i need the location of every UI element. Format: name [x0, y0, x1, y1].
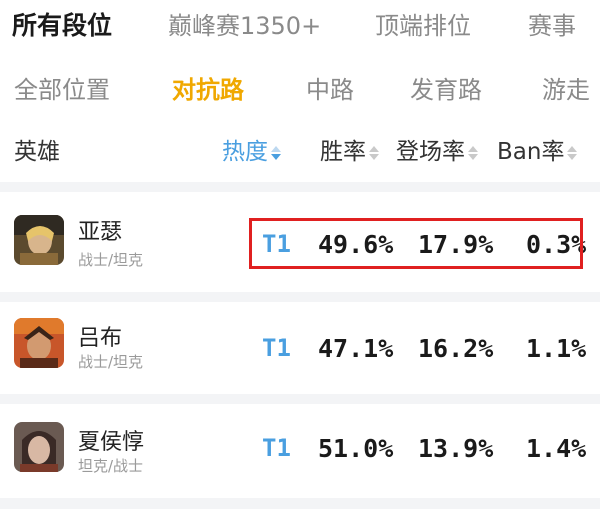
header-ban-rate-label: Ban率	[497, 139, 565, 165]
ban-rate: 1.4%	[526, 434, 587, 463]
header-hero: 英雄	[14, 139, 60, 165]
highlight-box	[249, 218, 583, 269]
tab-peak-1350[interactable]: 巅峰赛1350+	[168, 6, 321, 41]
header-ban-rate[interactable]: Ban率	[497, 132, 578, 166]
tier-badge: T1	[262, 434, 291, 462]
sort-icon	[369, 144, 379, 162]
header-win-rate-label: 胜率	[320, 139, 366, 165]
hero-avatar	[14, 215, 64, 265]
header-heat[interactable]: 热度	[222, 132, 281, 166]
lane-tab-mid[interactable]: 中路	[306, 70, 354, 105]
sort-icon	[468, 144, 478, 162]
tab-all-ranks[interactable]: 所有段位	[12, 6, 112, 42]
lane-tab-all[interactable]: 全部位置	[14, 70, 110, 105]
hero-avatar	[14, 318, 64, 368]
win-rate: 47.1%	[318, 334, 394, 363]
header-pick-rate[interactable]: 登场率	[396, 132, 478, 166]
sort-icon	[567, 144, 578, 162]
lane-tabs: 全部位置 对抗路 中路 发育路 游走	[0, 70, 600, 110]
hero-row-lubu[interactable]: 吕布 战士/坦克 T1 47.1% 16.2% 1.1%	[0, 298, 600, 398]
lane-tab-farm[interactable]: 发育路	[410, 70, 482, 105]
lane-tab-roam[interactable]: 游走	[542, 70, 590, 105]
hero-name: 亚瑟	[78, 220, 123, 245]
hero-row-xiahoudun[interactable]: 夏侯惇 坦克/战士 T1 51.0% 13.9% 1.4%	[0, 402, 600, 502]
hero-role: 战士/坦克	[78, 251, 144, 269]
divider	[0, 498, 600, 509]
lane-tab-clash[interactable]: 对抗路	[172, 70, 244, 105]
pick-rate: 13.9%	[418, 434, 494, 463]
sort-desc-icon	[271, 144, 281, 162]
header-win-rate[interactable]: 胜率	[320, 132, 379, 166]
hero-name: 夏侯惇	[78, 430, 145, 455]
header-heat-label: 热度	[222, 139, 268, 165]
pick-rate: 16.2%	[418, 334, 494, 363]
tab-top-ranked[interactable]: 顶端排位	[375, 6, 471, 41]
ban-rate: 1.1%	[526, 334, 587, 363]
table-header: 英雄 热度 胜率 登场率 Ban率	[0, 132, 600, 168]
divider	[0, 182, 600, 192]
rank-tabs: 所有段位 巅峰赛1350+ 顶端排位 赛事	[0, 0, 600, 48]
tab-tournament[interactable]: 赛事	[528, 6, 576, 41]
hero-avatar	[14, 422, 64, 472]
hero-role: 坦克/战士	[78, 457, 144, 475]
header-pick-rate-label: 登场率	[396, 139, 465, 165]
hero-role: 战士/坦克	[78, 353, 144, 371]
tier-badge: T1	[262, 334, 291, 362]
win-rate: 51.0%	[318, 434, 394, 463]
hero-name: 吕布	[78, 326, 123, 351]
